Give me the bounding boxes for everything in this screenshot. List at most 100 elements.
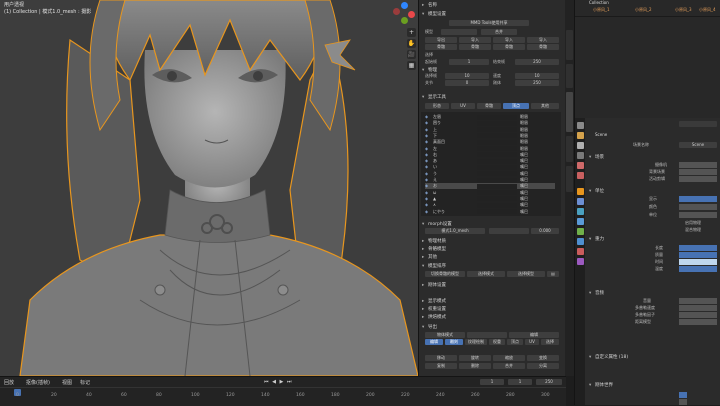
morph-value-bar[interactable] [477,158,517,164]
mmd-tools-field[interactable]: MMD Tools使用共享 [449,20,529,26]
rigid-checkbox-2[interactable] [679,399,687,405]
camera-field[interactable] [679,162,717,168]
gravity-x-field[interactable] [679,245,717,251]
section-bake[interactable]: ▸ 烘焙模式 [422,314,562,321]
list-item[interactable]: ◈ い 嘴巴 [425,164,555,170]
section-units[interactable]: ▾ 单位 [589,188,717,195]
tab-bone[interactable]: 骨骼 [477,103,501,109]
search-field[interactable] [679,121,717,127]
scene-tab-icon[interactable] [577,162,584,169]
section-model-sort[interactable]: ▾ 模型排序 [422,263,562,270]
object-mode-button[interactable]: 物体模式 [425,332,465,338]
morph-value-bar[interactable] [477,171,517,177]
sidebar-tab-2[interactable] [566,64,573,88]
morph-value-field[interactable]: 0.000 [531,228,559,234]
sidebar-tab-1[interactable] [566,30,573,60]
edit-button[interactable]: 编辑 [425,339,443,345]
section-morph-settings[interactable]: ▾ morph设置 [422,221,562,228]
list-item[interactable]: ◈ 左 眼眉 [425,146,555,152]
list-item[interactable]: ◈ あ嘴巴 [425,158,555,164]
move-button[interactable]: 移动 [425,355,457,361]
section-other[interactable]: ▸ 其他 [422,254,562,261]
select-button[interactable]: 选择 [541,339,559,345]
rotate-button[interactable]: 旋转 [459,355,491,361]
vertex-button[interactable]: 顶点 [507,339,523,345]
section-gravity[interactable]: ▾ 重力 [589,236,717,243]
morph-list[interactable]: ◈ 左眉 眼眉 ◈ 困り 眼眉 ◈ 上眼眉 ◈ 下眼眉 ◈ 真面目 眼眉 ◈ 左眼眉 ◈ 右嘴巴 ◈ あ嘴巴 ◈ い嘴巴… [421,112,561,216]
tab-other[interactable]: 其他 [531,103,559,109]
section-rigid[interactable]: ▸ 刚体设置 [422,282,562,289]
list-item[interactable]: ◈ う 嘴巴 [425,171,555,177]
import-button-2[interactable]: 导入 [493,37,525,43]
morph-value-bar[interactable] [477,164,517,170]
join-button[interactable]: 合并 [493,363,525,369]
morph-value-bar[interactable] [477,177,517,183]
start-frame-field[interactable]: 1 [449,59,489,65]
3d-viewport[interactable]: 用户透视 (1) Collection | 模式1.0_mesh : 摄影 + … [0,0,418,376]
sidebar-tab-active[interactable] [566,92,573,132]
scene-name-field[interactable]: Scene [679,142,717,148]
duplicate-button[interactable]: 复制 [425,363,457,369]
morph-value-bar[interactable] [477,209,517,214]
list-item[interactable]: ◈ にやり 嘴巴 [425,209,555,215]
separate-button[interactable]: 分离 [527,363,559,369]
physics-tab-icon[interactable] [577,218,584,225]
zoom-tool-icon[interactable]: + [407,28,416,37]
constraints-tab-icon[interactable] [577,228,584,235]
section-name[interactable]: ▸ 名称 [422,2,562,9]
morph-value-bar[interactable] [477,190,517,196]
physics-field-1[interactable]: 10 [445,73,489,79]
background-field[interactable] [679,169,717,175]
import-button-1[interactable]: 导入 [459,37,491,43]
tab-uv[interactable]: UV [451,103,475,109]
physics-field-2[interactable]: 10 [515,73,559,79]
tool-tab-icon[interactable] [577,122,584,129]
list-item[interactable]: ◈ 下 眼眉 [425,133,555,139]
section-display-tools[interactable]: ▾ 显示工具 [422,94,562,101]
end-frame-field[interactable]: 250 [515,59,559,65]
export-button[interactable]: 导出 [425,37,457,43]
outliner-collection[interactable]: Collection [589,0,609,6]
section-rigid-world[interactable]: ▾ 刚体世界 [589,382,717,389]
frame-ruler[interactable]: 0 20 40 60 80 100 120 140 160 180 200 220 240 260 280 3… [0,377,566,406]
texture-tab-icon[interactable] [577,258,584,265]
physics-field-3[interactable]: 0 [445,80,489,86]
bone-button-1[interactable]: 骨骼 [425,44,457,50]
pan-tool-icon[interactable]: ✋ [407,39,416,48]
morph-value-bar[interactable] [477,139,517,145]
section-material[interactable]: ▸ 物理材质 [422,238,562,245]
physics-field-4[interactable]: 250 [515,80,559,86]
navigation-gizmo[interactable] [393,2,415,24]
list-item[interactable]: ◈ 真面目 眼眉 [425,139,555,145]
list-item[interactable]: ◈ ∧ 嘴巴 [425,202,555,208]
list-item[interactable]: ◈ 左眉 眼眉 [425,114,555,120]
outliner-panel[interactable]: Collection 小原风_1 小原风_2 小原风_3 小原风_4 [574,0,720,118]
section-scene[interactable]: ▾ 场景 [589,154,717,161]
bone-button-4[interactable]: 骨骼 [527,44,559,50]
unit-field-1[interactable] [679,196,717,202]
list-item[interactable]: ◈ 右 嘴巴 [425,152,555,158]
view-layer-tab-icon[interactable] [577,152,584,159]
bone-button-2[interactable]: 骨骼 [459,44,491,50]
texture-paint-button[interactable]: 纹理绘制 [465,339,487,345]
select-model-button[interactable]: 选择模型 [507,271,545,277]
model-field[interactable] [441,29,477,35]
weight-button[interactable]: 权重 [489,339,505,345]
morph-value-bar[interactable] [477,183,517,189]
list-options-icon[interactable]: ▤ [547,271,559,277]
outliner-item-2[interactable]: 小原风_2 [635,7,652,13]
uv-button[interactable]: UV [525,339,539,345]
object-tab-icon[interactable] [577,188,584,195]
morph-value-bar[interactable] [477,114,517,120]
list-item[interactable]: ◈ お 嘴巴 [425,183,555,190]
list-item[interactable]: ◈ ▲ 嘴巴 [425,196,555,202]
list-item[interactable]: ◈ ω 嘴巴 [425,190,555,196]
tab-vertex[interactable]: 顶点 [503,103,529,109]
list-item[interactable]: ◈ 困り 眼眉 [425,120,555,126]
morph-target-field[interactable]: 模式1.0_mesh [425,228,485,234]
morph-value-bar[interactable] [477,133,517,139]
world-tab-icon[interactable] [577,172,584,179]
tab-morph[interactable]: 形态 [425,103,449,109]
data-tab-icon[interactable] [577,238,584,245]
morph-value-bar[interactable] [477,127,517,133]
